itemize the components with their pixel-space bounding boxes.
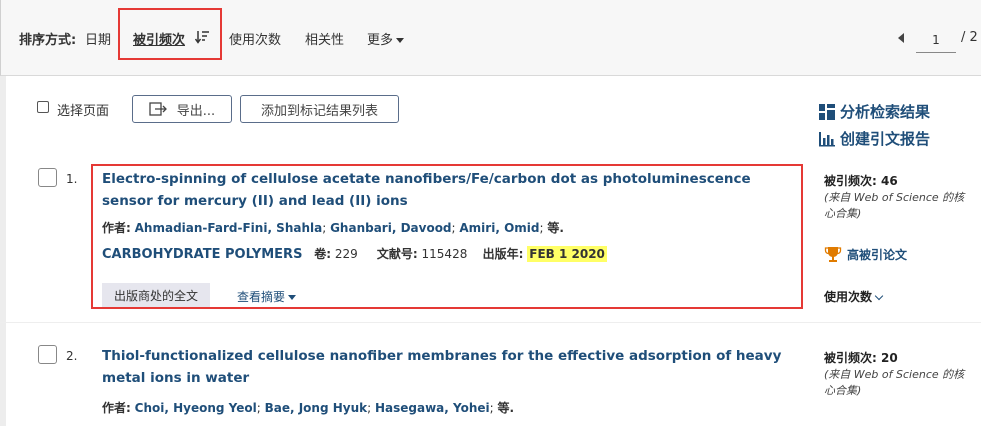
citation-report-link[interactable]: 创建引文报告 xyxy=(818,128,930,149)
page-number-input[interactable] xyxy=(916,27,956,53)
previous-page-icon[interactable] xyxy=(898,33,904,43)
add-to-marked-list-button[interactable]: 添加到标记结果列表 xyxy=(240,95,399,123)
sort-option-usage[interactable]: 使用次数 xyxy=(229,29,281,48)
citation-report-label: 创建引文报告 xyxy=(840,130,931,148)
record-2-title[interactable]: Thiol-functionalized cellulose nanofiber… xyxy=(102,345,782,389)
sort-more-label: 更多 xyxy=(367,33,394,48)
record-divider xyxy=(0,322,981,323)
caret-down-icon xyxy=(396,38,405,43)
record-2-times-cited[interactable]: 被引频次: 20 xyxy=(824,349,898,366)
page-total: / 2 xyxy=(961,30,978,45)
record-1-checkbox[interactable] xyxy=(38,168,57,187)
authors-label: 作者: xyxy=(102,401,131,415)
author-link[interactable]: Hasegawa, Yohei xyxy=(375,401,490,415)
analyze-results-label: 分析检索结果 xyxy=(840,103,931,121)
sort-option-more[interactable]: 更多 xyxy=(367,29,405,48)
record-2-authors: 作者: Choi, Hyeong Yeol; Bae, Jong Hyuk; H… xyxy=(102,401,515,415)
trophy-icon xyxy=(824,247,842,262)
select-page-label: 选择页面 xyxy=(57,104,110,119)
analyze-grid-icon xyxy=(819,103,835,120)
export-icon xyxy=(149,102,167,116)
export-label: 导出... xyxy=(176,103,216,119)
sort-option-relevance[interactable]: 相关性 xyxy=(305,29,344,48)
record-1-number: 1. xyxy=(66,172,78,186)
usage-count-toggle[interactable]: 使用次数 xyxy=(824,288,884,305)
left-panel-edge xyxy=(0,76,6,426)
highly-cited-label: 高被引论文 xyxy=(847,247,908,262)
authors-more: 等. xyxy=(497,401,515,415)
chevron-down-icon xyxy=(874,291,884,301)
sort-highlight-box xyxy=(118,8,222,60)
record-highlight-box xyxy=(91,164,803,309)
record-1-times-cited[interactable]: 被引频次: 46 xyxy=(824,172,898,189)
analyze-results-link[interactable]: 分析检索结果 xyxy=(818,101,930,122)
select-page-checkbox[interactable] xyxy=(37,101,49,113)
author-link[interactable]: Choi, Hyeong Yeol xyxy=(135,401,257,415)
record-2-number: 2. xyxy=(66,349,78,363)
sort-option-date[interactable]: 日期 xyxy=(85,29,111,48)
record-2-cited-source: (来自 Web of Science 的核心合集) xyxy=(824,368,965,397)
usage-label: 使用次数 xyxy=(824,290,873,304)
author-link[interactable]: Bae, Jong Hyuk xyxy=(265,401,368,415)
sort-bar: 排序方式: 日期 被引频次 使用次数 相关性 更多 / 2 xyxy=(0,0,981,76)
sort-label: 排序方式: xyxy=(19,33,77,48)
bar-chart-icon xyxy=(819,131,835,146)
record-1-cited-source: (来自 Web of Science 的核心合集) xyxy=(824,191,965,220)
export-button[interactable]: 导出... xyxy=(132,95,232,123)
highly-cited-paper-badge[interactable]: 高被引论文 xyxy=(824,245,907,263)
record-2-checkbox[interactable] xyxy=(38,345,57,364)
